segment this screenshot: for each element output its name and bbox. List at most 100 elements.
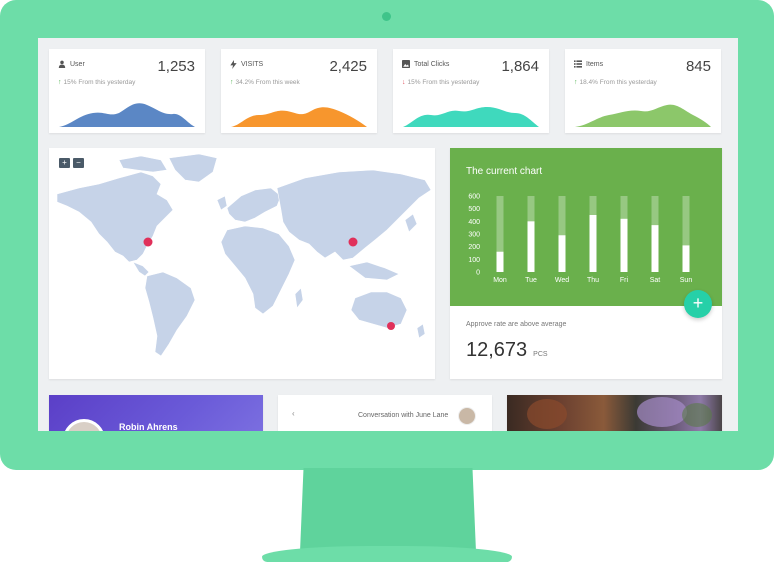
user-icon	[58, 60, 66, 68]
sparkline-area	[59, 103, 195, 127]
dashboard-screen: User 1,253 ↑ 15% From this yesterday VISI…	[38, 38, 738, 431]
conversation-title: Conversation with June Lane	[358, 412, 449, 419]
continent-australia	[350, 291, 408, 329]
stat-label: VISITS	[241, 61, 264, 68]
stat-delta: ↑ 34.2% From this week	[230, 79, 300, 86]
map-marker-sydney[interactable]	[387, 322, 395, 330]
stat-card-visits[interactable]: VISITS 2,425 ↑ 34.2% From this week	[221, 49, 377, 133]
map-marker-new-york[interactable]	[143, 237, 153, 247]
x-tick-label: Tue	[525, 277, 537, 284]
y-tick-label: 200	[468, 244, 480, 251]
stat-value: 845	[685, 58, 711, 75]
continent-south-america	[144, 271, 196, 357]
arrow-up-icon: ↑	[58, 79, 62, 86]
stat-delta-text: 18.4% From this yesterday	[579, 79, 657, 86]
region-arctic-islands	[118, 155, 168, 173]
continent-asia	[276, 169, 432, 261]
stat-value: 1,253	[157, 58, 195, 75]
current-chart-card: The current chart 0 100 200 300 400 500 600 Mon…	[450, 148, 722, 379]
bar-sat[interactable]	[651, 225, 659, 272]
stat-label: Items	[586, 60, 604, 68]
continent-north-america	[56, 171, 174, 263]
x-tick-label: Sat	[650, 277, 661, 284]
avatar	[63, 419, 105, 431]
stat-value: 1,864	[501, 58, 539, 75]
webcam-dot	[382, 12, 391, 21]
bar-tue[interactable]	[527, 221, 535, 272]
approve-rate-label: Approve rate are above average	[466, 321, 567, 328]
arrow-down-icon: ↓	[402, 79, 406, 86]
world-map[interactable]	[49, 148, 435, 379]
region-japan	[404, 213, 418, 233]
photo-blur	[682, 403, 712, 427]
photo-blur	[527, 399, 567, 429]
stat-card-user[interactable]: User 1,253 ↑ 15% From this yesterday	[49, 49, 205, 133]
bar-wed[interactable]	[558, 235, 566, 272]
region-indonesia	[348, 261, 400, 281]
continent-africa	[220, 225, 296, 315]
y-tick-label: 100	[468, 257, 480, 264]
y-tick-label: 600	[468, 194, 480, 201]
bar-chart: 0 100 200 300 400 500 600 Mon Tue Wed Thu Fri Sat Sun	[468, 194, 693, 285]
bar-fri[interactable]	[620, 218, 628, 272]
bar-mon[interactable]	[496, 251, 504, 272]
photo-blur	[637, 397, 687, 427]
add-button[interactable]: +	[684, 290, 712, 318]
monitor-stand-base	[262, 546, 512, 562]
stat-delta-text: 15% From this yesterday	[407, 79, 480, 86]
x-tick-label: Thu	[587, 277, 599, 284]
sparkline-visits	[231, 107, 367, 127]
stat-header: User	[58, 60, 85, 68]
sparkline-items	[575, 104, 711, 127]
y-tick-label: 0	[476, 270, 480, 277]
bar-thu[interactable]	[589, 215, 597, 272]
sparkline-total-clicks	[403, 107, 539, 127]
region-greenland	[168, 153, 218, 183]
photo-card[interactable]	[507, 395, 722, 431]
map-zoom-controls: + −	[59, 158, 84, 168]
x-tick-label: Fri	[620, 277, 629, 284]
stat-card-items[interactable]: Items 845 ↑ 18.4% From this yesterday	[565, 49, 721, 133]
map-marker-beijing[interactable]	[348, 237, 358, 247]
sparkline-area	[231, 107, 367, 127]
sparkline-area	[575, 104, 711, 127]
stat-header: Total Clicks	[402, 60, 449, 68]
profile-name: Robin Ahrens	[119, 422, 178, 431]
region-central-america	[132, 261, 150, 277]
y-tick-label: 500	[468, 206, 480, 213]
stat-label: Total Clicks	[414, 60, 450, 68]
sparkline-area	[403, 107, 539, 127]
monitor-stand-neck	[300, 468, 476, 552]
approve-value-row: 12,673 PCS	[466, 339, 548, 362]
arrow-up-icon: ↑	[230, 79, 234, 86]
lightning-icon	[230, 60, 237, 69]
x-tick-label: Wed	[555, 277, 569, 284]
image-icon	[402, 60, 410, 68]
region-madagascar	[294, 287, 304, 309]
back-chevron-icon[interactable]: ‹	[292, 409, 295, 418]
y-tick-label: 300	[468, 232, 480, 239]
stat-card-total-clicks[interactable]: Total Clicks 1,864 ↓ 15% From this yester…	[393, 49, 549, 133]
x-tick-label: Sun	[680, 277, 693, 284]
bar-sun[interactable]	[682, 245, 690, 272]
y-tick-label: 400	[468, 219, 480, 226]
sparkline-user	[59, 103, 195, 127]
conversation-card[interactable]: ‹ Conversation with June Lane	[278, 395, 492, 431]
stat-label: User	[70, 60, 85, 68]
stat-value: 2,425	[329, 58, 367, 75]
world-map-card[interactable]: + −	[49, 148, 435, 379]
approve-unit: PCS	[533, 351, 548, 358]
stat-header: Items	[574, 60, 603, 68]
stat-header: VISITS	[230, 60, 263, 69]
list-icon	[574, 60, 582, 68]
chart-header-panel: The current chart 0 100 200 300 400 500 600 Mon…	[450, 148, 722, 306]
zoom-in-button[interactable]: +	[59, 158, 70, 168]
zoom-out-button[interactable]: −	[73, 158, 84, 168]
avatar	[458, 407, 476, 425]
region-uk	[216, 195, 228, 211]
stat-delta: ↑ 15% From this yesterday	[58, 79, 135, 86]
stat-delta-text: 34.2% From this week	[235, 79, 300, 86]
arrow-up-icon: ↑	[574, 79, 578, 86]
continent-europe	[226, 187, 282, 223]
profile-card[interactable]: Robin Ahrens	[49, 395, 263, 431]
